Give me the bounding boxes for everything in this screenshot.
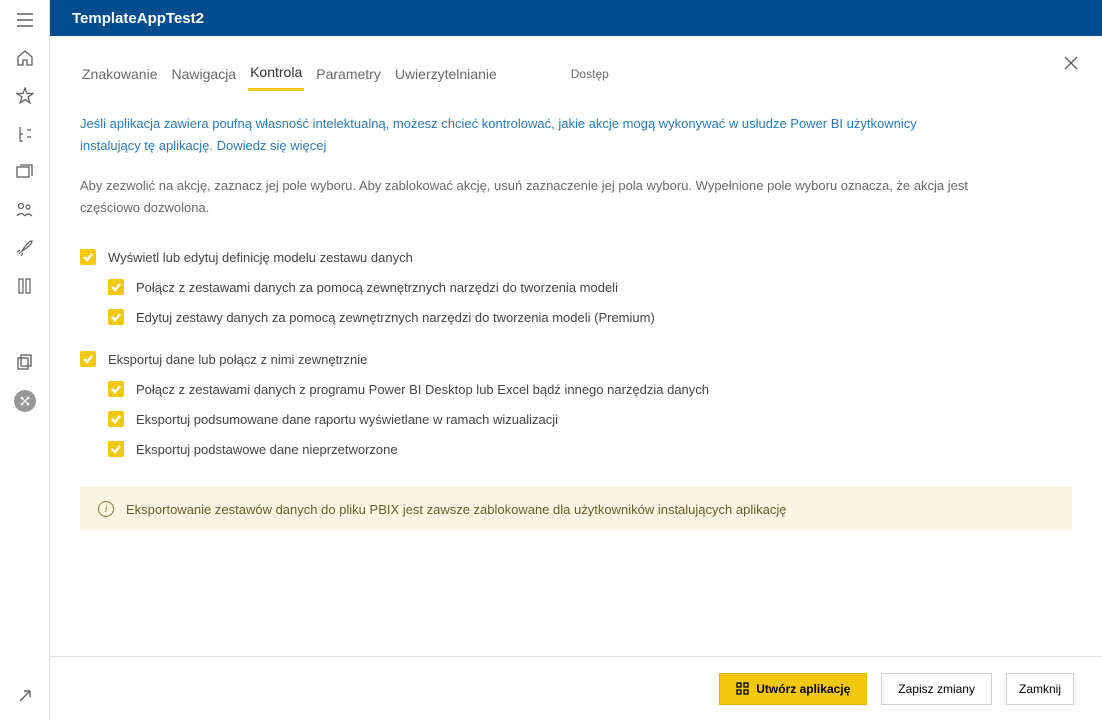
tab-navigation[interactable]: Nawigacja [170, 62, 239, 90]
data-icon[interactable] [15, 276, 35, 296]
checkbox-connect-desktop-excel[interactable]: Połącz z zestawami danych z programu Pow… [108, 381, 1072, 397]
intro-text: Jeśli aplikacja zawiera poufną własność … [80, 113, 980, 157]
info-text: Eksportowanie zestawów danych do pliku P… [126, 502, 786, 517]
left-nav [0, 0, 50, 720]
people-icon[interactable] [15, 200, 35, 220]
workspace-icon[interactable] [15, 162, 35, 182]
create-app-button[interactable]: Utwórz aplikację [719, 673, 867, 705]
tab-parameters[interactable]: Parametry [314, 62, 383, 90]
checkbox-edit-premium[interactable]: Edytuj zestawy danych za pomocą zewnętrz… [108, 309, 1072, 325]
tab-branding[interactable]: Znakowanie [80, 62, 160, 90]
checkbox-label: Eksportuj podsumowane dane raportu wyświ… [136, 412, 558, 427]
app-icon [736, 682, 750, 696]
save-button[interactable]: Zapisz zmiany [881, 673, 992, 705]
checkbox-icon[interactable] [108, 279, 124, 295]
footer: Utwórz aplikację Zapisz zmiany Zamknij [50, 656, 1102, 720]
checkbox-label: Połącz z zestawami danych za pomocą zewn… [136, 280, 618, 295]
tree-icon[interactable] [15, 124, 35, 144]
checkbox-icon[interactable] [108, 411, 124, 427]
home-icon[interactable] [15, 48, 35, 68]
checkbox-icon[interactable] [108, 381, 124, 397]
learn-more-link[interactable]: Dowiedz się więcej [217, 138, 327, 153]
info-bar: i Eksportowanie zestawów danych do pliku… [80, 487, 1072, 531]
expand-icon[interactable] [15, 686, 35, 706]
helper-text: Aby zezwolić na akcję, zaznacz jej pole … [80, 175, 980, 219]
checkbox-label: Edytuj zestawy danych za pomocą zewnętrz… [136, 310, 655, 325]
app-header: TemplateAppTest2 [50, 0, 1102, 36]
info-icon: i [98, 501, 114, 517]
app-badge-icon[interactable] [14, 390, 36, 412]
checkbox-export-underlying[interactable]: Eksportuj podstawowe dane nieprzetworzon… [108, 441, 1072, 457]
checkbox-label: Eksportuj podstawowe dane nieprzetworzon… [136, 442, 398, 457]
checkbox-export-connect[interactable]: Eksportuj dane lub połącz z nimi zewnętr… [80, 351, 1072, 367]
tab-access[interactable]: Dostęp [569, 63, 611, 89]
tab-authentication[interactable]: Uwierzytelnianie [393, 62, 499, 90]
checkbox-label: Połącz z zestawami danych z programu Pow… [136, 382, 709, 397]
checkbox-icon[interactable] [108, 309, 124, 325]
star-icon[interactable] [15, 86, 35, 106]
tabs: Znakowanie Nawigacja Kontrola Parametry … [80, 60, 1072, 91]
checkbox-label: Wyświetl lub edytuj definicję modelu zes… [108, 250, 413, 265]
close-button[interactable]: Zamknij [1006, 673, 1074, 705]
checkbox-export-summarized[interactable]: Eksportuj podsumowane dane raportu wyświ… [108, 411, 1072, 427]
tab-control[interactable]: Kontrola [248, 60, 304, 91]
checkbox-icon[interactable] [80, 351, 96, 367]
checkbox-icon[interactable] [80, 249, 96, 265]
hamburger-icon[interactable] [15, 10, 35, 30]
app-title: TemplateAppTest2 [72, 10, 204, 27]
copy-icon[interactable] [15, 352, 35, 372]
close-icon[interactable] [1064, 56, 1078, 70]
checkbox-icon[interactable] [108, 441, 124, 457]
checkbox-label: Eksportuj dane lub połącz z nimi zewnętr… [108, 352, 367, 367]
rocket-icon[interactable] [15, 238, 35, 258]
checkbox-view-edit-model[interactable]: Wyświetl lub edytuj definicję modelu zes… [80, 249, 1072, 265]
checkbox-connect-external-tools[interactable]: Połącz z zestawami danych za pomocą zewn… [108, 279, 1072, 295]
